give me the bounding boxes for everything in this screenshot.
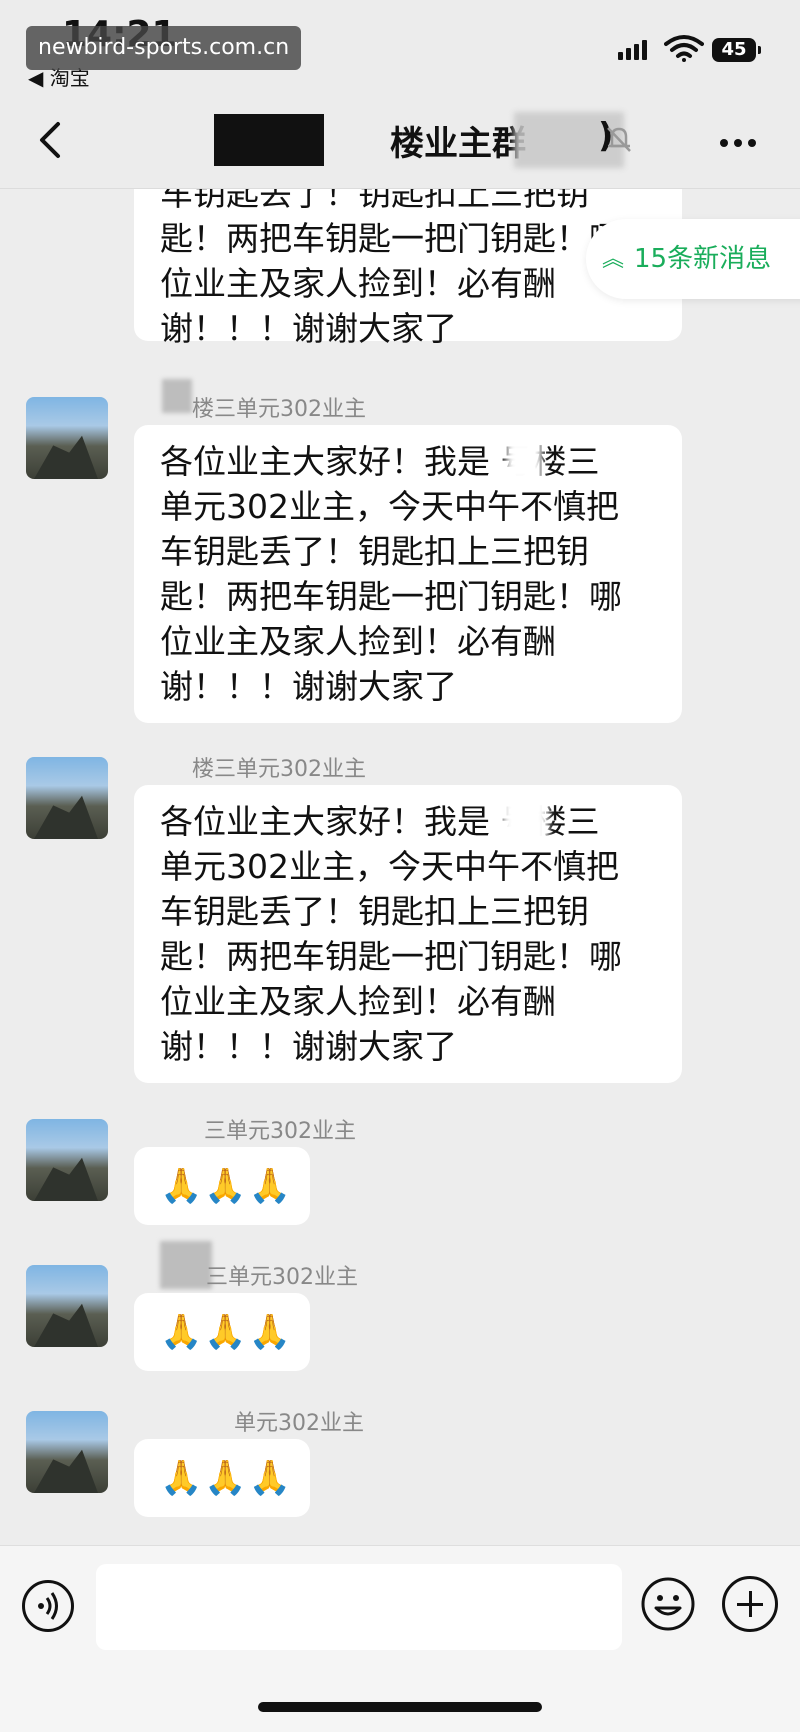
message-bubble[interactable]: 🙏🙏🙏 xyxy=(134,1293,310,1371)
sender-name: 楼三单元302业主 xyxy=(192,397,366,422)
chat-title: 楼业主群 xyxy=(390,124,526,164)
sender-name: 单元302业主 xyxy=(234,1411,364,1436)
chat-header: 楼业主群 ) xyxy=(0,92,800,189)
input-bar xyxy=(0,1545,800,1732)
wifi-icon xyxy=(664,35,704,62)
home-indicator[interactable] xyxy=(258,1702,542,1712)
avatar[interactable] xyxy=(26,1265,108,1347)
more-options-icon[interactable] xyxy=(720,132,762,151)
status-bar: 14:21 ◀ 淘宝 newbird-sports.com.cn 45 xyxy=(0,0,800,92)
mute-bell-icon xyxy=(607,127,631,152)
message-bubble[interactable]: 各位业主大家好！我是 号楼三 单元302业主，今天中午不慎把 车钥匙丢了！钥匙扣… xyxy=(134,425,682,723)
redaction-blur xyxy=(506,439,542,483)
voice-input-button[interactable] xyxy=(22,1580,74,1632)
message-bubble[interactable]: 🙏🙏🙏 xyxy=(134,1439,310,1517)
battery-indicator: 45 xyxy=(712,38,761,62)
avatar[interactable] xyxy=(26,397,108,479)
avatar[interactable] xyxy=(26,757,108,839)
avatar[interactable] xyxy=(26,1411,108,1493)
sender-name: 三单元302业主 xyxy=(204,1119,356,1144)
new-messages-label: 15条新消息 xyxy=(634,244,772,274)
sender-name: 楼三单元302业主 xyxy=(192,757,366,782)
redaction-blur xyxy=(502,793,548,845)
redaction-blur xyxy=(160,1241,212,1289)
sender-name: 三单元302业主 xyxy=(206,1265,358,1290)
emoji-button-icon[interactable] xyxy=(640,1576,696,1632)
more-functions-button[interactable] xyxy=(722,1576,778,1632)
message-bubble[interactable]: 🙏🙏🙏 xyxy=(134,1147,310,1225)
message-input[interactable] xyxy=(96,1564,622,1650)
redaction-blur xyxy=(162,379,192,413)
redaction-block xyxy=(214,114,324,166)
cellular-signal-icon xyxy=(618,40,650,60)
watermark: newbird-sports.com.cn xyxy=(26,26,302,70)
avatar[interactable] xyxy=(26,1119,108,1201)
back-chevron-icon[interactable] xyxy=(30,118,74,162)
voice-icon xyxy=(38,1592,58,1620)
message-list[interactable]: 车钥匙丢了！钥匙扣上三把钥 匙！两把车钥匙一把门钥匙！哪 位业主及家人捡到！必有… xyxy=(0,189,800,1545)
new-messages-button[interactable]: ︽ 15条新消息 xyxy=(586,219,800,299)
message-bubble[interactable]: 各位业主大家好！我是 号楼三 单元302业主，今天中午不慎把 车钥匙丢了！钥匙扣… xyxy=(134,785,682,1083)
double-chevron-up-icon: ︽ xyxy=(602,246,625,272)
